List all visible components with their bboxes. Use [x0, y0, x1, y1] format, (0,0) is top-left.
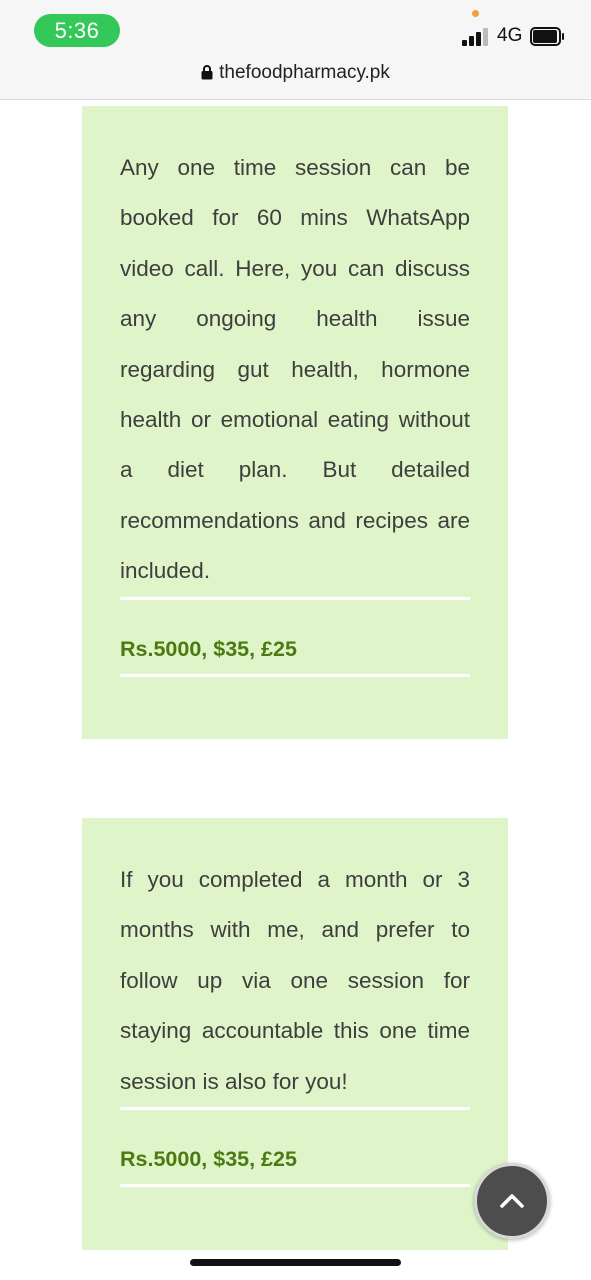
divider	[120, 674, 470, 677]
session-description: Any one time session can be booked for 6…	[120, 155, 470, 584]
session-price: Rs.5000, $35, £25	[120, 637, 297, 661]
status-time: 5:36	[34, 14, 120, 47]
follow-up-price: Rs.5000, $35, £25	[120, 1147, 297, 1171]
home-indicator[interactable]	[190, 1259, 401, 1266]
battery-icon	[530, 27, 564, 46]
chevron-up-icon	[500, 1194, 524, 1208]
network-type: 4G	[497, 25, 523, 46]
status-bar: 5:36 4G thefoodpharmacy.pk	[0, 0, 591, 100]
lock-icon	[201, 64, 213, 86]
scroll-to-top-button[interactable]	[474, 1163, 550, 1239]
address-bar[interactable]: thefoodpharmacy.pk	[0, 62, 591, 88]
divider	[120, 597, 470, 600]
url-text: thefoodpharmacy.pk	[219, 62, 390, 83]
privacy-indicator-dot	[472, 10, 479, 17]
divider	[120, 1184, 470, 1187]
signal-icon	[462, 28, 490, 46]
follow-up-description: If you completed a month or 3 months wit…	[120, 867, 470, 1094]
divider	[120, 1107, 470, 1110]
